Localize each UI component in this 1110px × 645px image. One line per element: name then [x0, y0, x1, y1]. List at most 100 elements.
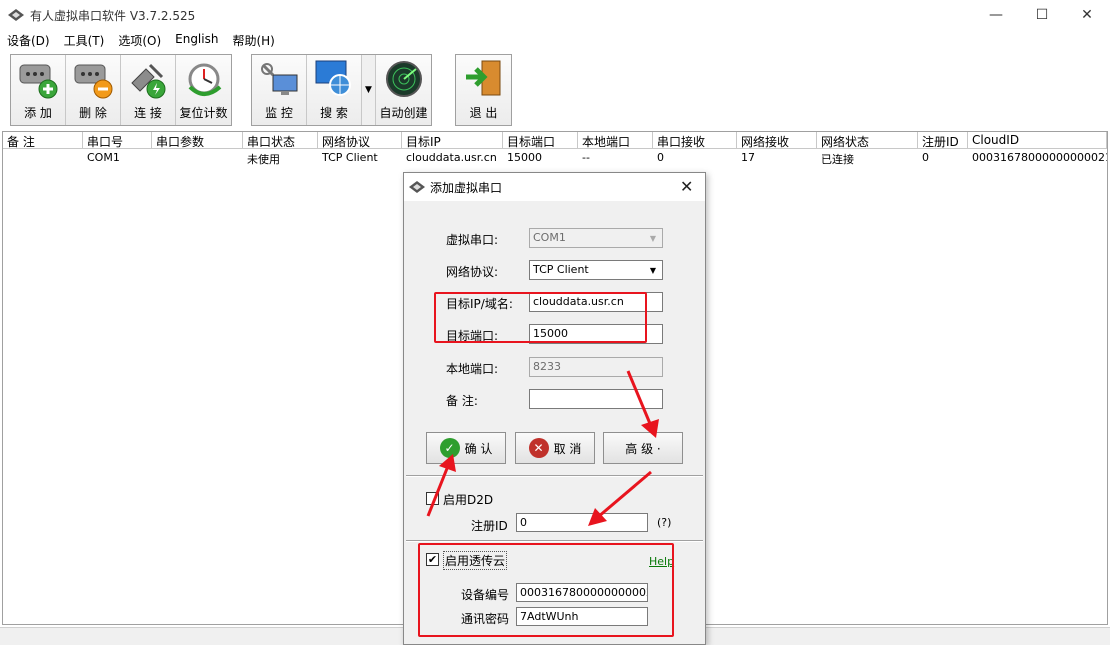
menu-options[interactable]: 选项(O)	[111, 30, 168, 50]
col-net-recv[interactable]: 网络接收	[737, 132, 817, 149]
protocol-value: TCP Client	[533, 263, 589, 276]
auto-create-button[interactable]: 自动创建	[376, 55, 431, 125]
protocol-select[interactable]: TCP Client ▼	[529, 260, 663, 280]
col-port-status[interactable]: 串口状态	[243, 132, 318, 149]
cell-port: COM1	[87, 151, 120, 164]
exit-label: 退 出	[469, 106, 498, 120]
cell-target-port: 15000	[507, 151, 542, 164]
connect-button[interactable]: 连 接	[121, 55, 176, 125]
cell-net-recv: 17	[741, 151, 755, 164]
maximize-button[interactable]: ☐	[1019, 0, 1065, 30]
col-protocol[interactable]: 网络协议	[318, 132, 402, 149]
table-header: 备 注 串口号 串口参数 串口状态 网络协议 目标IP 目标端口 本地端口 串口…	[3, 132, 1107, 149]
advanced-button[interactable]: 高 级 ·	[603, 432, 683, 464]
exit-button[interactable]: 退 出	[456, 55, 511, 125]
cell-port-recv: 0	[657, 151, 664, 164]
chevron-down-icon: ▼	[365, 85, 372, 95]
register-id-label: 注册ID	[471, 519, 508, 533]
cancel-label: 取 消	[553, 441, 582, 456]
col-target-ip[interactable]: 目标IP	[402, 132, 503, 149]
col-cloud-id[interactable]: CloudID	[968, 132, 1107, 149]
col-net-status[interactable]: 网络状态	[817, 132, 918, 149]
col-remark[interactable]: 备 注	[3, 132, 83, 149]
search-dropdown-button[interactable]: ▼	[362, 55, 376, 125]
close-button[interactable]: ✕	[1064, 0, 1110, 30]
cell-port-params	[152, 150, 243, 166]
chevron-down-icon: ▼	[649, 265, 657, 275]
annotation-box-target	[434, 292, 647, 343]
search-button[interactable]: 搜 索	[307, 55, 362, 125]
title-bar: 有人虚拟串口软件 V3.7.2.525 — ☐ ✕	[0, 0, 1110, 30]
menu-help[interactable]: 帮助(H)	[225, 30, 281, 50]
confirm-label: 确 认	[464, 441, 493, 456]
toolbar: 添 加 删 除 连 接 复位计数 监 控 搜 索 ▼ 自动创建 退 出	[0, 50, 1110, 130]
monitor-satellite-icon	[261, 63, 298, 95]
window-title: 有人虚拟串口软件 V3.7.2.525	[30, 9, 196, 23]
cell-cloud-id: 00031678000000000021	[972, 151, 1107, 164]
toolbar-group-exit: 退 出	[455, 54, 512, 126]
radar-icon	[385, 61, 422, 97]
auto-create-label: 自动创建	[379, 106, 428, 120]
register-id-help[interactable]: (?)	[657, 516, 671, 529]
serial-port-add-icon	[19, 64, 58, 99]
search-label: 搜 索	[320, 106, 348, 120]
connect-plug-icon	[131, 63, 166, 99]
virtual-port-value: COM1	[533, 231, 566, 244]
serial-port-remove-icon	[74, 64, 113, 99]
virtual-port-select[interactable]: COM1 ▼	[529, 228, 663, 248]
toolbar-group-port: 添 加 删 除 连 接 复位计数	[10, 54, 232, 126]
enable-d2d-label: 启用D2D	[443, 493, 494, 507]
cell-remark	[3, 150, 83, 166]
check-circle-icon: ✓	[439, 438, 460, 458]
cell-net-status: 已连接	[821, 153, 854, 166]
enable-d2d-checkbox[interactable]	[426, 492, 439, 505]
add-label: 添 加	[24, 106, 52, 120]
cell-port-status: 未使用	[247, 153, 280, 166]
col-local-port[interactable]: 本地端口	[578, 132, 653, 149]
reset-count-button[interactable]: 复位计数	[176, 55, 231, 125]
cancel-button[interactable]: ✕ 取 消	[515, 432, 595, 464]
protocol-label: 网络协议:	[446, 265, 499, 279]
virtual-port-label: 虚拟串口:	[446, 233, 499, 247]
table-row[interactable]: COM1 未使用 TCP Client clouddata.usr.cn 150…	[3, 150, 1107, 166]
cell-register-id: 0	[922, 151, 929, 164]
monitor-label: 监 控	[265, 106, 293, 120]
app-logo-icon	[8, 9, 24, 21]
dialog-close-button[interactable]: ✕	[680, 177, 693, 196]
menu-device[interactable]: 设备(D)	[0, 30, 57, 50]
search-globe-icon	[315, 60, 351, 96]
menu-bar: 设备(D) 工具(T) 选项(O) English 帮助(H)	[0, 30, 1110, 50]
col-port[interactable]: 串口号	[83, 132, 152, 149]
col-port-params[interactable]: 串口参数	[152, 132, 243, 149]
delete-label: 删 除	[79, 106, 107, 120]
local-port-label: 本地端口:	[446, 362, 499, 376]
local-port-input[interactable]: 8233	[529, 357, 663, 377]
menu-english[interactable]: English	[168, 30, 225, 50]
dialog-title: 添加虚拟串口	[430, 181, 503, 195]
col-register-id[interactable]: 注册ID	[918, 132, 968, 149]
remark-label: 备 注:	[446, 394, 478, 408]
menu-tools[interactable]: 工具(T)	[57, 30, 112, 50]
reset-count-label: 复位计数	[179, 106, 228, 120]
stopwatch-reset-icon	[188, 63, 221, 96]
delete-button[interactable]: 删 除	[66, 55, 121, 125]
cell-local-port: --	[582, 151, 590, 164]
toolbar-group-network: 监 控 搜 索 ▼ 自动创建	[251, 54, 432, 126]
add-button[interactable]: 添 加	[11, 55, 66, 125]
chevron-down-icon: ▼	[649, 233, 657, 243]
minimize-button[interactable]: —	[973, 0, 1019, 30]
col-port-recv[interactable]: 串口接收	[653, 132, 737, 149]
exit-door-icon	[465, 60, 500, 96]
confirm-button[interactable]: ✓ 确 认	[426, 432, 506, 464]
monitor-button[interactable]: 监 控	[252, 55, 307, 125]
dialog-title-bar[interactable]: 添加虚拟串口 ✕	[404, 173, 705, 201]
annotation-box-cloud	[418, 543, 674, 637]
app-logo-icon	[409, 181, 425, 193]
remark-input[interactable]	[529, 389, 663, 409]
cell-target-ip: clouddata.usr.cn	[406, 151, 497, 164]
col-target-port[interactable]: 目标端口	[503, 132, 578, 149]
separator	[406, 540, 703, 542]
separator	[406, 475, 703, 477]
close-circle-icon: ✕	[528, 438, 549, 458]
register-id-input[interactable]: 0	[516, 513, 648, 532]
